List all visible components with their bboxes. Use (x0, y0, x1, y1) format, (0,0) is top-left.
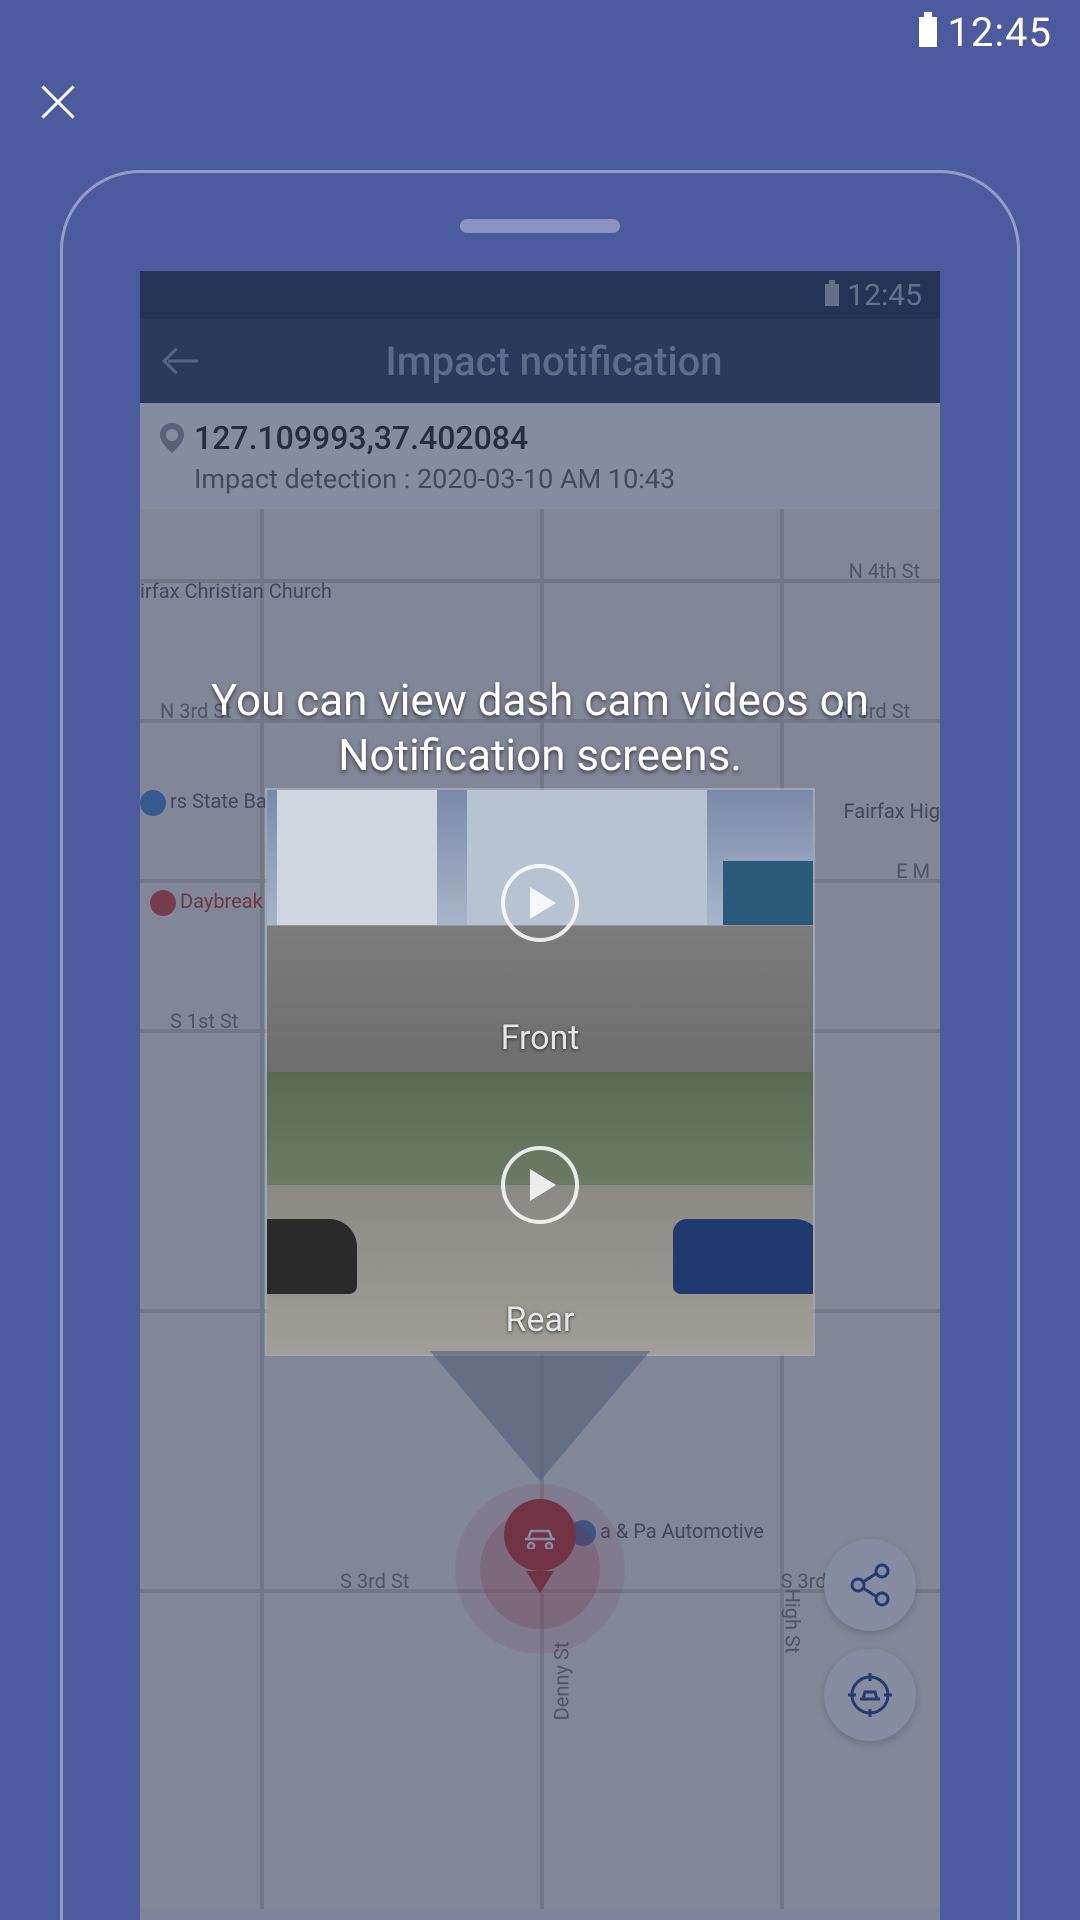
play-icon (501, 1146, 579, 1224)
battery-icon (825, 284, 839, 306)
street-label: Denny St (549, 1642, 573, 1721)
share-icon (846, 1561, 894, 1609)
coordinates-text: 127.109993,37.402084 (194, 419, 528, 457)
front-label: Front (501, 1008, 580, 1072)
street-label: S 3rd St (340, 1569, 409, 1593)
share-button[interactable] (824, 1539, 916, 1631)
poi-label: Daybreak (150, 889, 263, 916)
street-label: E M (896, 859, 930, 883)
recenter-button[interactable] (824, 1649, 916, 1741)
location-pin-icon (160, 423, 184, 453)
outer-status-bar: 12:45 (0, 0, 1080, 64)
street-label: High St (780, 1589, 804, 1654)
inner-clock: 12:45 (847, 278, 922, 313)
street-label: N 4th St (849, 559, 920, 583)
inner-status-bar: 12:45 (140, 271, 940, 319)
car-location-pin[interactable] (504, 1499, 576, 1589)
street-label: S 1st St (170, 1009, 238, 1033)
phone-frame: 12:45 Impact notification 127.109993,37.… (60, 170, 1020, 1920)
target-car-icon (846, 1671, 894, 1719)
tooltip-pointer-icon (430, 1351, 650, 1481)
rear-label: Rear (506, 1290, 575, 1354)
battery-icon (919, 17, 937, 47)
poi-label: irfax Christian Church (140, 579, 332, 603)
poi-label: Fairfax Hig (844, 799, 940, 823)
inner-app-bar: Impact notification (140, 319, 940, 403)
location-header: 127.109993,37.402084 Impact detection : … (140, 403, 940, 509)
front-video-thumbnail[interactable]: Front (267, 790, 813, 1072)
video-preview-popup: Front Rear (265, 788, 815, 1356)
play-icon (501, 864, 579, 942)
rear-video-thumbnail[interactable]: Rear (267, 1072, 813, 1354)
detection-timestamp: Impact detection : 2020-03-10 AM 10:43 (194, 463, 920, 495)
close-button[interactable] (36, 80, 80, 124)
outer-clock: 12:45 (947, 9, 1052, 56)
speaker-slot (460, 219, 620, 233)
back-button[interactable] (160, 341, 200, 381)
onboarding-tooltip-text: You can view dash cam videos on Notifica… (180, 673, 900, 783)
poi-label: rs State Ban (140, 789, 278, 816)
page-title: Impact notification (228, 338, 880, 385)
car-icon (520, 1521, 560, 1549)
